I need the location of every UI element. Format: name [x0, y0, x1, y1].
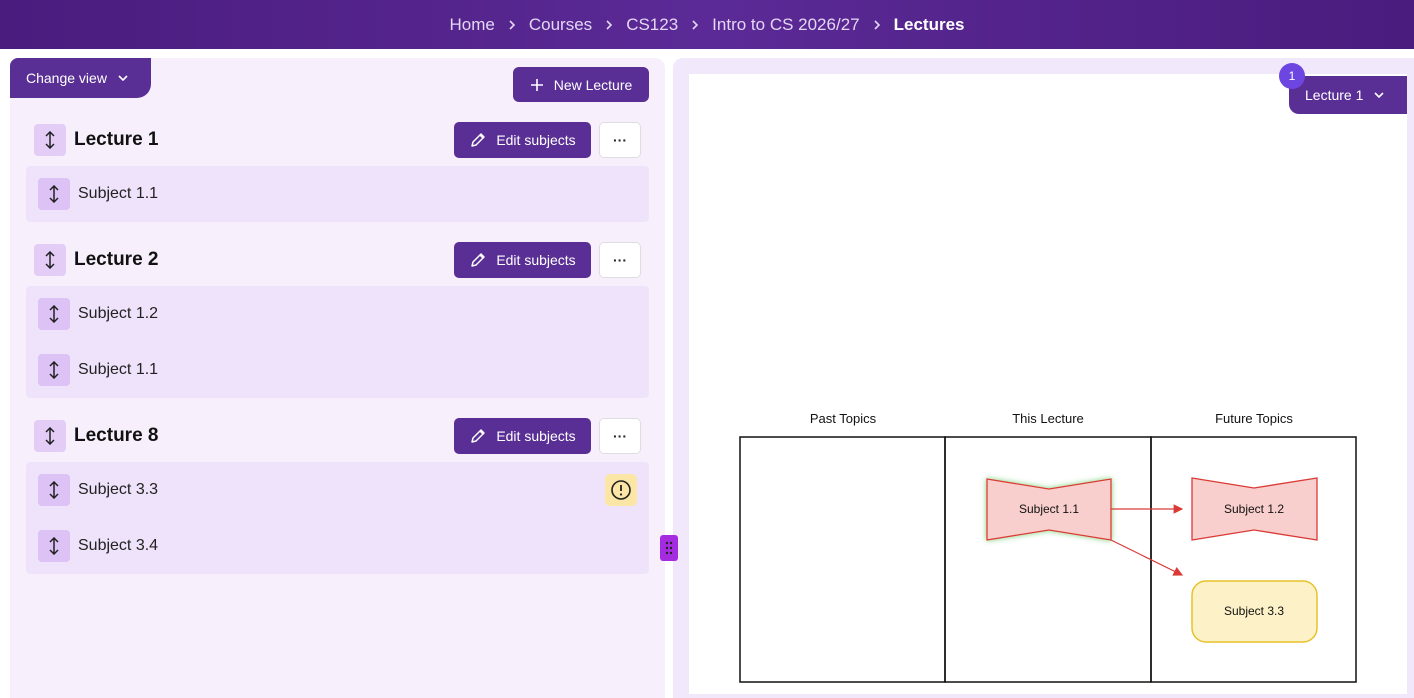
pencil-icon: [471, 133, 486, 147]
topic-diagram: Subject 1.1 Subject 1.2 Subject 3.3: [739, 436, 1357, 683]
column-current: [944, 436, 1152, 683]
drag-handle-icon[interactable]: [34, 124, 66, 156]
new-lecture-button[interactable]: New Lecture: [513, 67, 649, 102]
lecture-title: Lecture 1: [74, 129, 159, 150]
lecture-header: Lecture 1 Edit subjects ···: [26, 122, 649, 158]
chevron-right-icon: [678, 19, 712, 30]
chevron-right-icon: [860, 19, 894, 30]
breadcrumb-current-page: Lectures: [893, 14, 965, 34]
node-future-subject-2-label: Subject 3.3: [1224, 604, 1284, 618]
breadcrumb-course-edition[interactable]: Intro to CS 2026/27: [712, 15, 859, 35]
subject-item[interactable]: Subject 3.4: [26, 518, 649, 574]
lecture-header: Lecture 2 Edit subjects ···: [26, 242, 649, 278]
subject-item[interactable]: Subject 3.3: [26, 462, 649, 518]
subject-item[interactable]: Subject 1.2: [26, 286, 649, 342]
plus-icon: [530, 78, 543, 91]
edit-subjects-label: Edit subjects: [496, 428, 576, 444]
lecture-select-label: Lecture 1: [1305, 87, 1364, 103]
change-view-label: Change view: [26, 70, 107, 86]
edit-subjects-button[interactable]: Edit subjects: [454, 242, 591, 278]
drag-handle-icon[interactable]: [38, 530, 70, 562]
subject-item[interactable]: Subject 1.1: [26, 342, 649, 398]
subject-label: Subject 1.2: [78, 305, 159, 322]
lecture-title: Lecture 2: [74, 249, 159, 270]
breadcrumb-course-code[interactable]: CS123: [626, 15, 678, 35]
more-options-button[interactable]: ···: [599, 418, 641, 454]
resize-handle-icon[interactable]: [660, 535, 678, 561]
breadcrumb: Home Courses CS123 Intro to CS 2026/27 L…: [450, 15, 965, 35]
drag-handle-icon[interactable]: [38, 354, 70, 386]
drag-handle-icon[interactable]: [34, 420, 66, 452]
subject-label: Subject 1.1: [78, 361, 159, 378]
subject-list: Subject 3.3 Subject 3.4: [26, 462, 649, 574]
drag-handle-icon[interactable]: [38, 298, 70, 330]
pencil-icon: [471, 253, 486, 267]
drag-handle-icon[interactable]: [34, 244, 66, 276]
breadcrumb-courses[interactable]: Courses: [529, 15, 592, 35]
count-badge: 1: [1279, 63, 1305, 89]
node-current-subject-label: Subject 1.1: [1019, 502, 1079, 516]
breadcrumb-home[interactable]: Home: [450, 15, 495, 35]
top-navigation-bar: Home Courses CS123 Intro to CS 2026/27 L…: [0, 0, 1414, 49]
edit-subjects-button[interactable]: Edit subjects: [454, 418, 591, 454]
lecture-select-dropdown[interactable]: Lecture 1: [1289, 76, 1407, 114]
subject-label: Subject 1.1: [78, 185, 159, 202]
more-options-button[interactable]: ···: [599, 242, 641, 278]
chevron-right-icon: [592, 19, 626, 30]
pencil-icon: [471, 429, 486, 443]
lecture-header: Lecture 8 Edit subjects ···: [26, 418, 649, 454]
more-options-button[interactable]: ···: [599, 122, 641, 158]
node-future-subject-1-label: Subject 1.2: [1224, 502, 1284, 516]
change-view-button[interactable]: Change view: [10, 58, 151, 98]
subject-item[interactable]: Subject 1.1: [26, 166, 649, 222]
arrow-to-future-2: [1110, 539, 1184, 576]
subject-list: Subject 1.2 Subject 1.1: [26, 286, 649, 398]
subject-label: Subject 3.3: [78, 481, 159, 498]
drag-handle-icon[interactable]: [38, 178, 70, 210]
chevron-down-icon: [1374, 92, 1384, 99]
column-past: [739, 436, 946, 683]
drag-handle-icon[interactable]: [38, 474, 70, 506]
edit-subjects-label: Edit subjects: [496, 252, 576, 268]
new-lecture-label: New Lecture: [553, 76, 633, 93]
edit-subjects-label: Edit subjects: [496, 132, 576, 148]
edit-subjects-button[interactable]: Edit subjects: [454, 122, 591, 158]
lecture-title: Lecture 8: [74, 425, 159, 446]
subject-label: Subject 3.4: [78, 537, 159, 554]
subject-list: Subject 1.1: [26, 166, 649, 222]
chevron-down-icon: [118, 75, 128, 82]
column-future: [1150, 436, 1357, 683]
chevron-right-icon: [495, 19, 529, 30]
warning-icon[interactable]: [605, 474, 637, 506]
